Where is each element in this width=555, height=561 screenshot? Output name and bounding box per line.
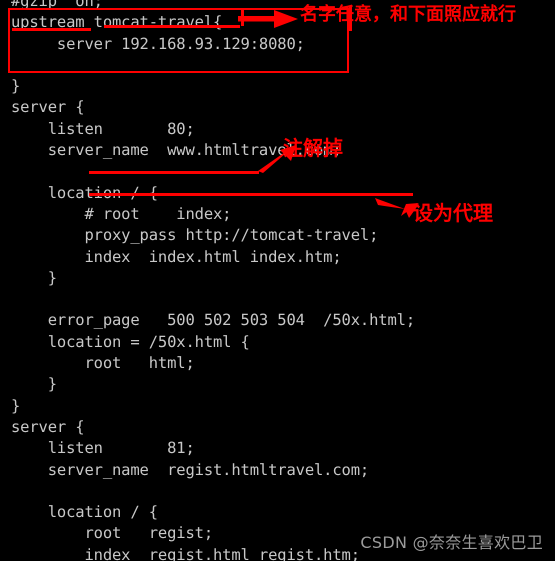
code-line: # root index; xyxy=(11,204,232,223)
terminal-screenshot: #gzip on; upstream tomcat-travel{ server … xyxy=(0,0,555,561)
csdn-watermark: CSDN @奈奈生喜欢巴卫 xyxy=(360,533,543,552)
code-line: listen 81; xyxy=(11,439,195,458)
code-line: server_name www.htmltravel.com; xyxy=(11,141,342,160)
code-line: listen 80; xyxy=(11,119,195,138)
code-line: root html; xyxy=(11,354,195,373)
code-line: server_name regist.htmltravel.com; xyxy=(11,460,370,479)
code-line: } xyxy=(11,77,21,96)
code-line: #gzip on; xyxy=(11,0,103,10)
code-line: location / { xyxy=(11,183,158,202)
code-line: } xyxy=(11,396,21,415)
code-line: error_page 500 502 503 504 /50x.html; xyxy=(11,311,415,330)
code-line: server { xyxy=(11,417,85,436)
code-line: index index.html index.htm; xyxy=(11,247,342,266)
code-line: location = /50x.html { xyxy=(11,332,250,351)
code-line: proxy_pass http://tomcat-travel; xyxy=(11,226,379,245)
code-line: location / { xyxy=(11,503,158,522)
code-line: } xyxy=(11,268,57,287)
code-line: server 192.168.93.129:8080; xyxy=(11,34,305,53)
nginx-config-text: #gzip on; upstream tomcat-travel{ server … xyxy=(0,0,555,561)
code-line: upstream tomcat-travel{ xyxy=(11,13,223,32)
code-line: } xyxy=(11,375,57,394)
code-line: server { xyxy=(11,98,85,117)
